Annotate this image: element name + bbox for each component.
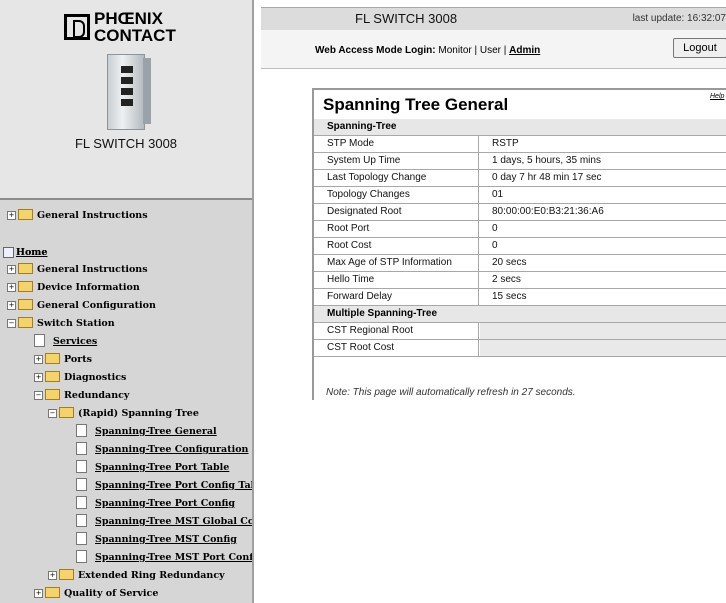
admin-link[interactable]: Admin <box>509 45 540 56</box>
logo-mark-icon <box>64 14 90 40</box>
page-icon <box>76 424 87 437</box>
collapse-icon[interactable]: − <box>34 391 43 400</box>
folder-open-icon <box>45 389 60 400</box>
table-row: Max Age of STP Information 20 secs <box>314 255 726 272</box>
expand-icon[interactable]: + <box>7 265 16 274</box>
expand-icon[interactable]: + <box>7 301 16 310</box>
nav-stp-mst-port-config[interactable]: Spanning-Tree MST Port Confi <box>76 549 252 567</box>
folder-icon <box>18 281 33 292</box>
table-row: Designated Root 80:00:00:E0:B3:21:36:A6 <box>314 204 726 221</box>
nav-quality-of-service[interactable]: + Quality of Service <box>34 585 158 603</box>
folder-open-icon <box>59 407 74 418</box>
nav-services[interactable]: Services <box>34 333 97 351</box>
page-icon <box>76 514 87 527</box>
collapse-icon[interactable]: − <box>7 319 16 328</box>
login-options[interactable]: Monitor | User | <box>438 45 509 56</box>
table-row: Root Cost 0 <box>314 238 726 255</box>
section-header: Spanning-Tree <box>314 119 726 136</box>
nav-rapid-spanning-tree[interactable]: − (Rapid) Spanning Tree <box>48 405 199 423</box>
help-link[interactable]: Help <box>710 93 724 100</box>
page-icon <box>76 532 87 545</box>
expand-icon[interactable]: + <box>34 355 43 364</box>
folder-icon <box>59 569 74 580</box>
expand-icon[interactable]: + <box>34 589 43 598</box>
brand-panel: PHŒNIX CONTACT FL SWITCH 3008 <box>0 0 252 200</box>
nav-diagnostics[interactable]: + Diagnostics <box>34 369 126 387</box>
logo-text-line2: CONTACT <box>94 26 176 45</box>
section-header: Multiple Spanning-Tree <box>314 306 726 323</box>
refresh-note: Note: This page will automatically refre… <box>326 387 576 398</box>
table-row: System Up Time 1 days, 5 hours, 35 mins <box>314 153 726 170</box>
login-label: Web Access Mode Login: <box>315 45 436 56</box>
table-row: Forward Delay 15 secs <box>314 289 726 306</box>
device-title: FL SWITCH 3008 <box>74 136 178 151</box>
folder-icon <box>18 299 33 310</box>
nav-stp-port-config[interactable]: Spanning-Tree Port Config <box>76 495 235 513</box>
page-icon <box>76 496 87 509</box>
nav-stp-configuration[interactable]: Spanning-Tree Configuration <box>76 441 248 459</box>
table-row: Last Topology Change 0 day 7 hr 48 min 17… <box>314 170 726 187</box>
header: FL SWITCH 3008 last update: 16:32:07 Web… <box>261 0 726 69</box>
folder-open-icon <box>18 317 33 328</box>
nav-extended-ring-redundancy[interactable]: + Extended Ring Redundancy <box>48 567 225 585</box>
nav-stp-port-table[interactable]: Spanning-Tree Port Table <box>76 459 229 477</box>
collapse-icon[interactable]: − <box>48 409 57 418</box>
expand-icon[interactable]: + <box>34 373 43 382</box>
page-title: Spanning Tree General <box>323 95 509 114</box>
page-icon <box>76 442 87 455</box>
folder-icon <box>18 209 33 220</box>
nav-redundancy[interactable]: − Redundancy <box>34 387 129 405</box>
nav-stp-mst-global-config[interactable]: Spanning-Tree MST Global Cor <box>76 513 252 531</box>
folder-icon <box>18 263 33 274</box>
spanning-tree-panel: Spanning Tree General Help Spanning-Tree… <box>312 88 726 400</box>
table-row: Topology Changes 01 <box>314 187 726 204</box>
expand-icon[interactable]: + <box>7 283 16 292</box>
table-row: CST Regional Root <box>314 323 726 340</box>
folder-icon <box>45 371 60 382</box>
panel-header: Spanning Tree General Help <box>314 90 726 118</box>
nav-stp-mst-config[interactable]: Spanning-Tree MST Config <box>76 531 237 549</box>
folder-icon <box>45 587 60 598</box>
table-row: Root Port 0 <box>314 221 726 238</box>
logo-text-line1: PHŒNIX <box>94 9 163 28</box>
expand-icon[interactable]: + <box>7 211 16 220</box>
switch-device-image <box>103 50 153 132</box>
nav-general-configuration[interactable]: + General Configuration <box>7 297 156 315</box>
nav-ports[interactable]: + Ports <box>34 351 92 369</box>
nav-stp-general[interactable]: Spanning-Tree General <box>76 423 217 441</box>
nav-switch-station[interactable]: − Switch Station <box>7 315 115 333</box>
table-row: CST Root Cost <box>314 340 726 357</box>
page-icon <box>76 478 87 491</box>
login-mode: Web Access Mode Login: Monitor | User | … <box>315 45 540 56</box>
home-icon <box>3 247 14 258</box>
page-icon <box>76 550 87 563</box>
logout-button[interactable]: Logout <box>673 38 726 58</box>
nav-device-information[interactable]: + Device Information <box>7 279 140 297</box>
nav-home-link[interactable]: Home <box>3 244 47 262</box>
page-icon <box>34 334 45 347</box>
page-icon <box>76 460 87 473</box>
switch-title: FL SWITCH 3008 <box>355 11 458 26</box>
login-bar: Web Access Mode Login: Monitor | User | … <box>261 30 726 69</box>
title-bar: FL SWITCH 3008 last update: 16:32:07 <box>261 7 726 31</box>
phoenix-contact-logo: PHŒNIX CONTACT <box>64 10 188 46</box>
folder-icon <box>45 353 60 364</box>
last-update: last update: 16:32:07 <box>632 13 726 24</box>
table-row: STP Mode RSTP <box>314 136 726 153</box>
nav-stp-port-config-table[interactable]: Spanning-Tree Port Config Tab <box>76 477 252 495</box>
table-row: Hello Time 2 secs <box>314 272 726 289</box>
nav-general-instructions[interactable]: + General Instructions <box>7 207 148 225</box>
nav-general-instructions[interactable]: + General Instructions <box>7 261 148 279</box>
expand-icon[interactable]: + <box>48 571 57 580</box>
